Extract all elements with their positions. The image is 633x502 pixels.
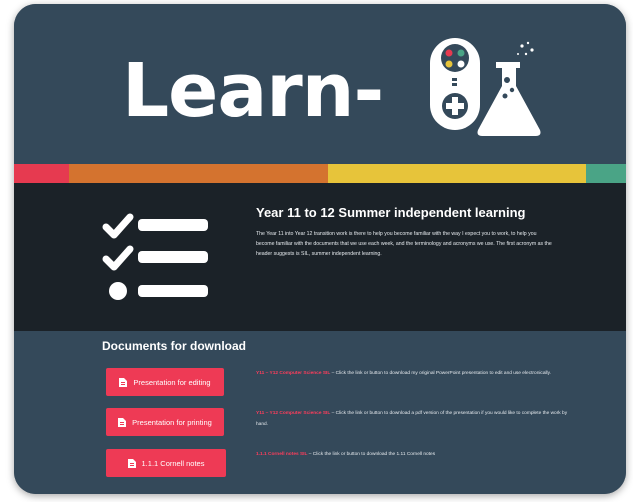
button-label: 1.1.1 Cornell notes [141, 458, 205, 468]
header: Learn- [14, 4, 626, 164]
documents-title: Documents for download [102, 339, 246, 353]
checklist-icon [102, 213, 208, 300]
download-description-text: – Click the link or button to download m… [330, 371, 552, 376]
science-flask-icon [477, 41, 541, 136]
button-label: Presentation for editing [133, 377, 211, 387]
download-description-text: – Click the link or button to download t… [307, 452, 436, 457]
stripe-segment-red [14, 164, 69, 183]
stripe-segment-orange [69, 164, 328, 183]
download-description: 1.1.1 Cornell notes SIL – Click the link… [256, 449, 576, 460]
stripe-segment-yellow [328, 164, 586, 183]
button-label: Presentation for printing [132, 417, 212, 427]
download-link[interactable]: 1.1.1 Cornell notes SIL [256, 452, 307, 457]
intro-title: Year 11 to 12 Summer independent learnin… [256, 205, 526, 220]
intro-section: Year 11 to 12 Summer independent learnin… [14, 183, 626, 331]
page-frame: Learn- Year 11 to 12 Summer independent … [14, 4, 626, 494]
presentation-printing-button[interactable]: Presentation for printing [106, 408, 224, 436]
file-icon [118, 417, 127, 427]
intro-body: The Year 11 into Year 12 transition work… [256, 231, 552, 257]
download-link[interactable]: Y11 – Y12 Computer Science SIL [256, 411, 330, 416]
documents-section: Documents for download Presentation for … [14, 331, 626, 494]
download-description: Y11 – Y12 Computer Science SIL – Click t… [256, 368, 576, 379]
cornell-notes-button[interactable]: 1.1.1 Cornell notes [106, 449, 226, 477]
stripe-segment-green [586, 164, 626, 183]
download-description: Y11 – Y12 Computer Science SIL – Click t… [256, 408, 576, 430]
logo-text: Learn- [122, 48, 384, 134]
file-icon [127, 458, 136, 468]
download-link[interactable]: Y11 – Y12 Computer Science SIL [256, 371, 330, 376]
presentation-editing-button[interactable]: Presentation for editing [106, 368, 224, 396]
file-icon [119, 377, 128, 387]
color-stripe [14, 164, 626, 183]
